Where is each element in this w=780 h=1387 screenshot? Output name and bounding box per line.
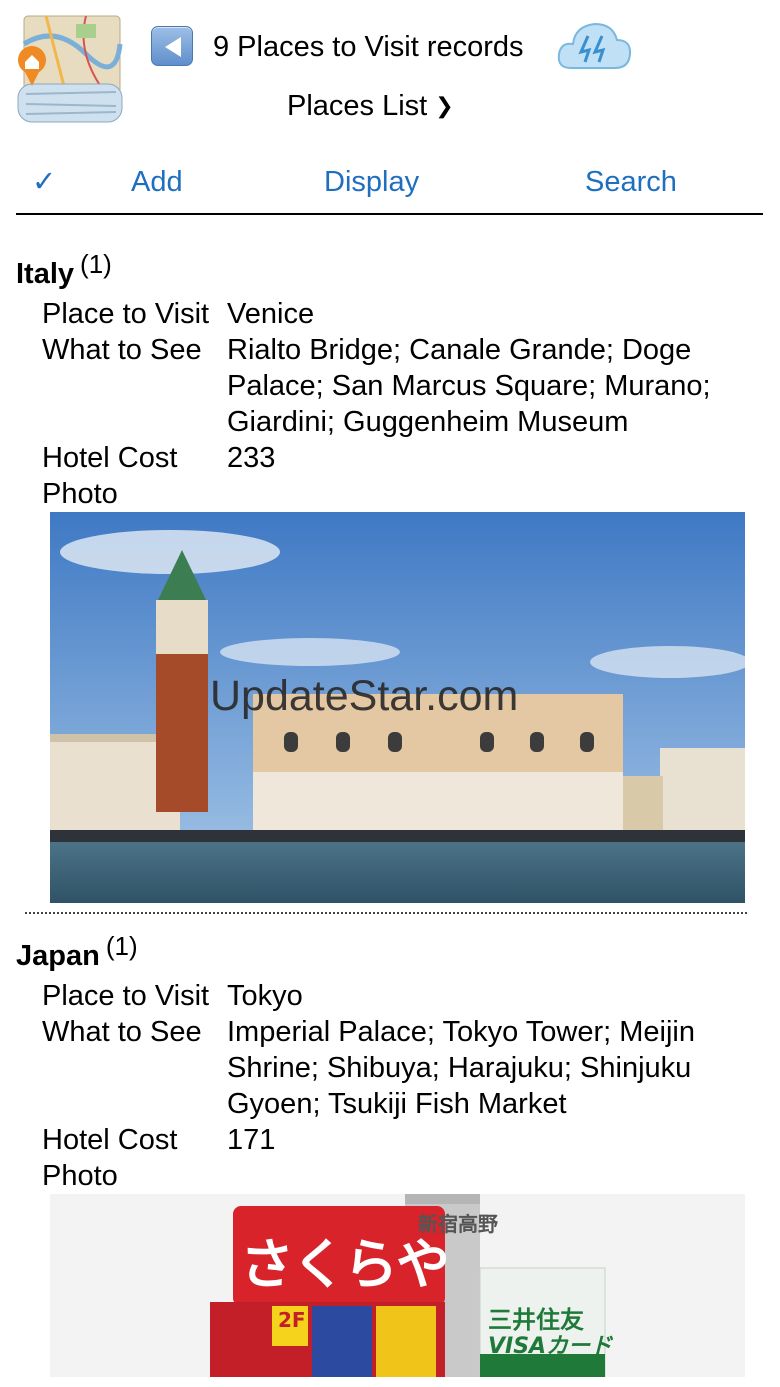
record-italy[interactable]: Italy (1) Place to Visit Venice What to S… [16,249,763,512]
sign-2f: 2F [278,1308,306,1332]
field-label: What to See [42,334,202,366]
tokyo-photo[interactable]: さくらや 新宿高野 三井住友 VISAカード 2F [50,1194,745,1377]
field-value: 171 [227,1124,276,1156]
toolbar: ✓ Add Display Search [16,160,763,215]
field-label: Photo [42,1160,118,1192]
map-icon[interactable] [16,14,124,124]
country-heading: Japan (1) [16,931,763,974]
sign-visa-bottom: VISAカード [488,1334,613,1359]
see-field: What to See Imperial Palace; Tokyo Tower… [16,1014,763,1122]
place-field: Place to Visit Venice [16,296,763,332]
watermark: UpdateStar.com [210,672,519,720]
country-name: Japan [16,940,100,972]
record-japan[interactable]: Japan (1) Place to Visit Tokyo What to Se… [16,931,763,1194]
sign-main-text: さくらや [240,1233,450,1296]
place-field: Place to Visit Tokyo [16,978,763,1014]
display-button[interactable]: Display [324,162,419,202]
places-list-link[interactable]: Places List ❯ [287,87,454,125]
field-label: Place to Visit [42,980,210,1012]
field-value: Imperial Palace; Tokyo Tower; Meijin Shr… [227,1016,695,1120]
photo-field: Photo [16,476,763,512]
record-count: (1) [80,249,112,279]
record-count: (1) [105,931,138,961]
field-label: Photo [42,478,118,510]
back-arrow-icon[interactable] [151,26,193,66]
field-value: Rialto Bridge; Canale Grande; Doge Palac… [227,334,711,438]
page-title: 9 Places to Visit records [213,31,524,63]
country-name: Italy [16,258,75,290]
field-label: Hotel Cost [42,1124,178,1156]
cost-field: Hotel Cost 171 [16,1122,763,1158]
chevron-right-icon: ❯ [435,93,454,118]
photo-field: Photo [16,1158,763,1194]
sign-tall-text: 新宿高野 [418,1212,498,1236]
field-value: Venice [227,298,315,330]
field-label: Hotel Cost [42,442,178,474]
field-value: 233 [227,442,276,474]
field-value: Tokyo [227,980,303,1012]
cost-field: Hotel Cost 233 [16,440,763,476]
field-label: What to See [42,1016,202,1048]
see-field: What to See Rialto Bridge; Canale Grande… [16,332,763,440]
country-heading: Italy (1) [16,249,763,292]
cloud-sync-icon[interactable] [555,18,633,74]
select-checkmark-button[interactable]: ✓ [32,162,56,202]
add-button[interactable]: Add [131,162,183,202]
venice-photo[interactable]: UpdateStar.com [50,512,745,903]
search-button[interactable]: Search [585,162,677,202]
field-label: Place to Visit [42,298,210,330]
places-list-label: Places List [287,90,428,122]
record-separator [25,912,747,914]
